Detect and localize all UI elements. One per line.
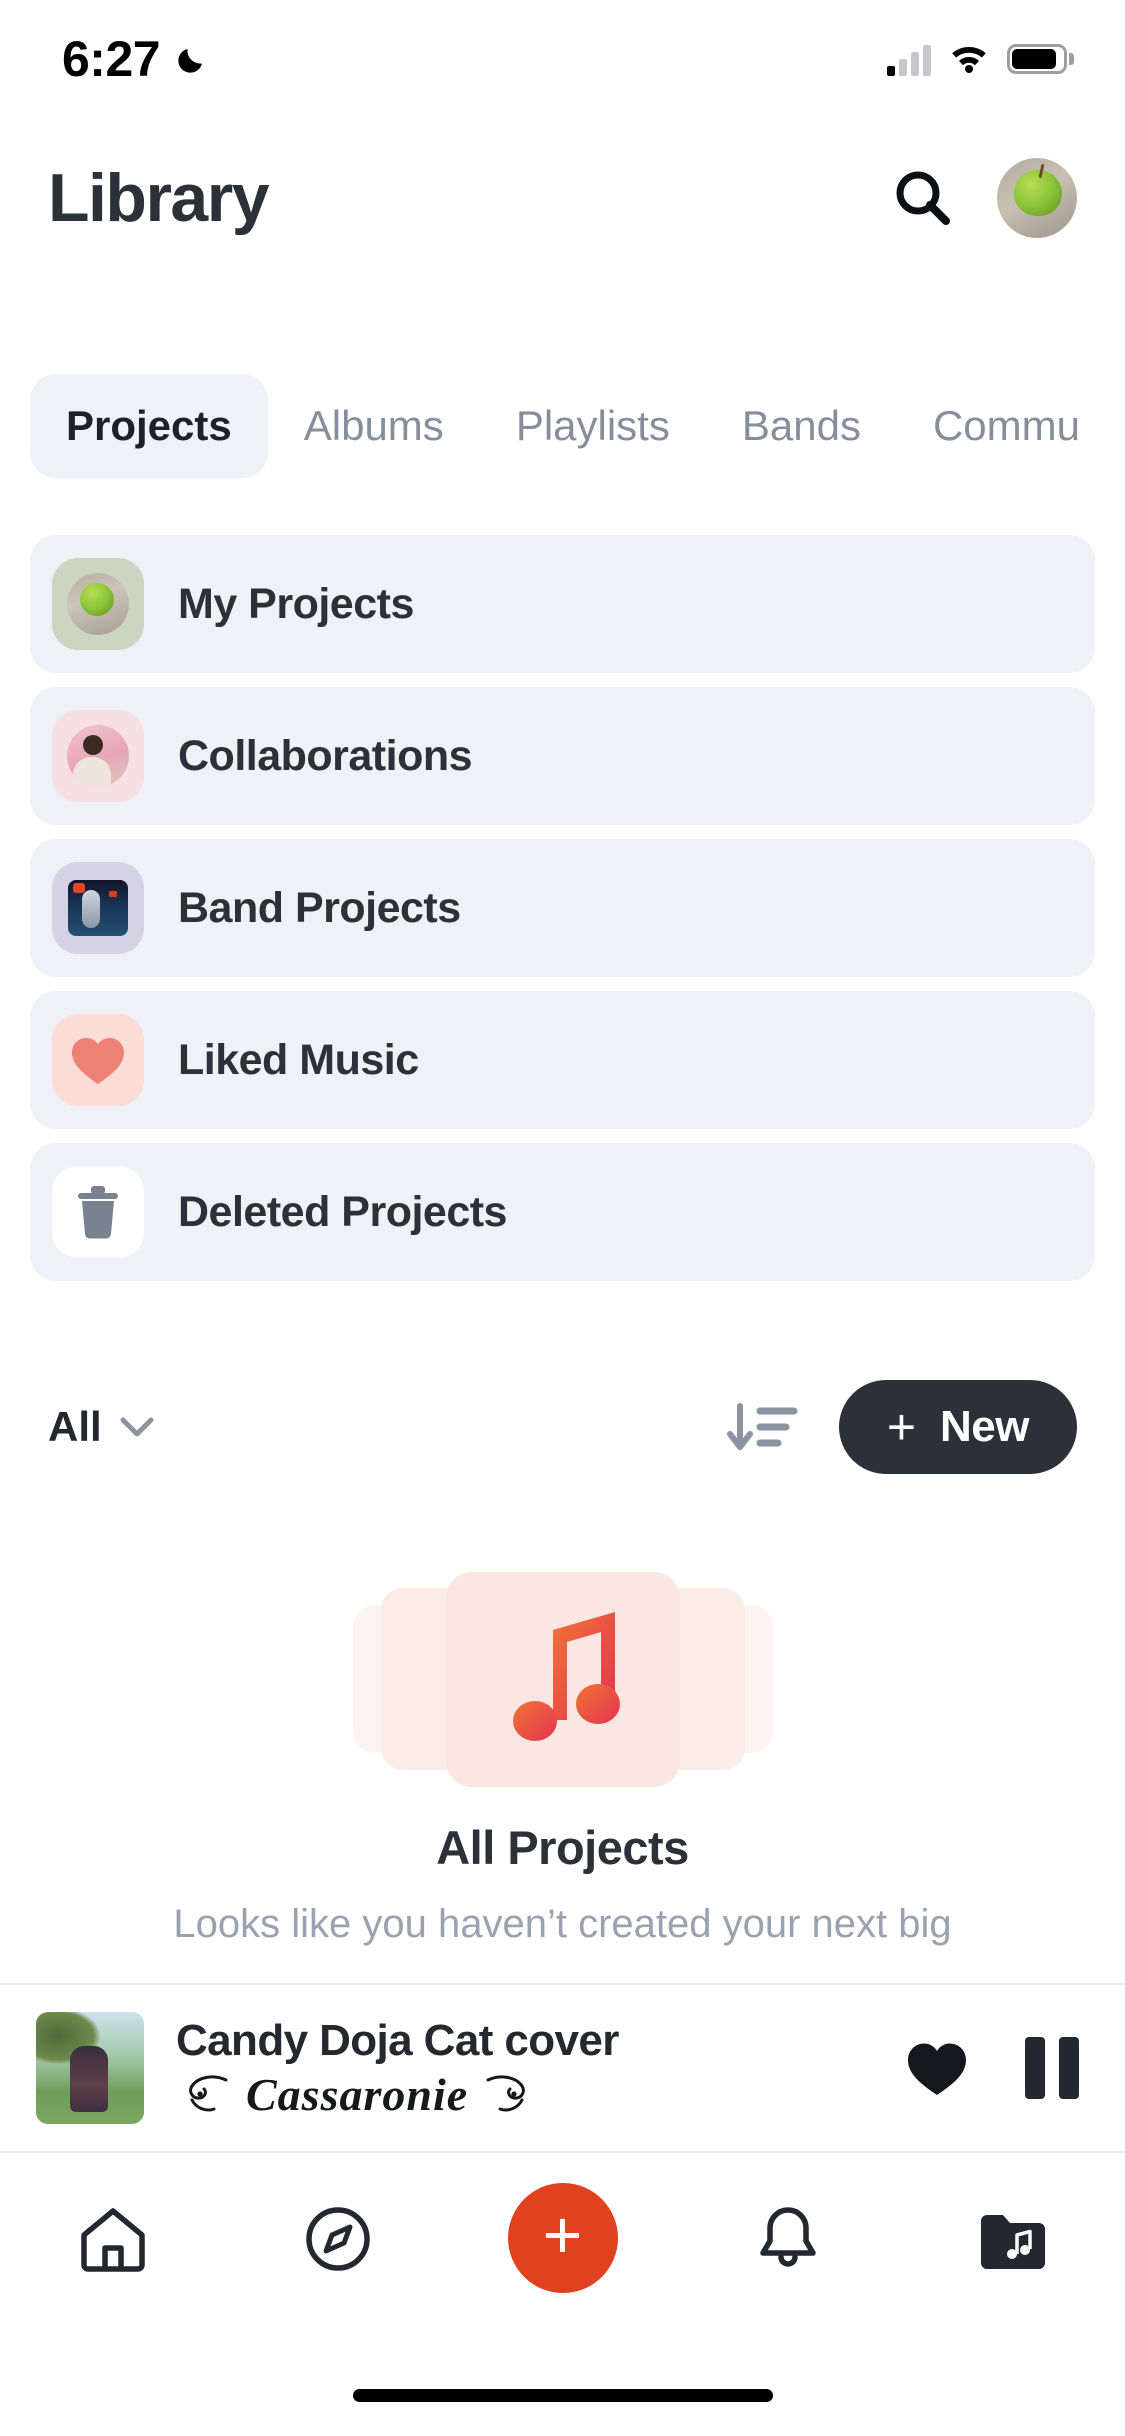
tab-bands[interactable]: Bands: [706, 374, 897, 478]
bottom-navigation: +: [0, 2153, 1125, 2366]
apple-photo-thumbnail: [52, 558, 144, 650]
list-item-label: Collaborations: [178, 731, 473, 780]
new-button-label: New: [940, 1402, 1029, 1451]
player-actions: [905, 2037, 1083, 2099]
list-item-label: Liked Music: [178, 1035, 419, 1084]
library-tabs: Projects Albums Playlists Bands Commu: [0, 358, 1125, 493]
tab-playlists[interactable]: Playlists: [480, 374, 706, 478]
mini-player[interactable]: Candy Doja Cat cover Cassaronie: [0, 1983, 1125, 2153]
sort-descending-icon[interactable]: [723, 1392, 801, 1462]
filter-value: All: [48, 1403, 102, 1450]
list-item-deleted-projects[interactable]: Deleted Projects: [30, 1143, 1095, 1281]
trash-icon: [52, 1166, 144, 1258]
header-actions: [891, 158, 1077, 238]
status-bar: 6:27: [0, 0, 1125, 118]
track-artwork: [36, 2012, 144, 2124]
flourish-ornament-icon: [480, 2070, 538, 2118]
library-music-icon: [976, 2205, 1050, 2278]
track-title: Candy Doja Cat cover: [176, 2015, 619, 2065]
empty-state-title: All Projects: [436, 1821, 689, 1874]
moon-icon: [174, 41, 210, 77]
user-avatar[interactable]: [997, 158, 1077, 238]
tab-projects[interactable]: Projects: [30, 373, 268, 478]
list-item-liked-music[interactable]: Liked Music: [30, 991, 1095, 1129]
nav-notifications[interactable]: [728, 2191, 848, 2291]
nav-explore[interactable]: [278, 2191, 398, 2291]
filter-sort-bar: All + New: [0, 1352, 1125, 1502]
status-bar-time: 6:27: [62, 31, 161, 87]
battery-icon: [1007, 44, 1074, 74]
status-bar-left: 6:27: [62, 30, 210, 88]
app-screen: 6:27 Library Projects Albums Playlists B…: [0, 0, 1125, 2436]
track-artist-row: Cassaronie: [176, 2068, 877, 2121]
empty-state-subtitle: Looks like you haven’t created your next…: [173, 1902, 952, 1946]
chevron-down-icon: [120, 1416, 154, 1438]
filter-dropdown[interactable]: All: [48, 1403, 154, 1451]
band-photo-thumbnail: [52, 862, 144, 954]
list-item-label: My Projects: [178, 579, 414, 628]
list-item-label: Deleted Projects: [178, 1187, 507, 1236]
search-icon[interactable]: [891, 166, 955, 230]
compass-icon: [301, 2202, 375, 2281]
bell-icon: [753, 2202, 823, 2281]
home-indicator: [352, 2389, 773, 2402]
list-item-band-projects[interactable]: Band Projects: [30, 839, 1095, 977]
list-item-collaborations[interactable]: Collaborations: [30, 687, 1095, 825]
plus-icon: +: [886, 1399, 917, 1455]
tab-albums[interactable]: Albums: [268, 374, 480, 478]
page-title: Library: [48, 160, 270, 236]
music-note-icon: [495, 1608, 635, 1753]
empty-state-illustration: [352, 1560, 773, 1790]
empty-state: All Projects Looks like you haven’t crea…: [0, 1560, 1125, 1951]
track-artist: Cassaronie: [246, 2068, 469, 2120]
nav-home[interactable]: [53, 2191, 173, 2291]
tab-community[interactable]: Commu: [897, 374, 1116, 478]
status-bar-right: [887, 41, 1074, 78]
library-list: My Projects Collaborations Band Projects…: [30, 535, 1095, 1295]
heart-icon: [52, 1014, 144, 1106]
pause-icon[interactable]: [1025, 2037, 1083, 2099]
cellular-signal-icon: [887, 42, 931, 76]
flourish-ornament-icon: [176, 2070, 234, 2118]
page-header: Library: [0, 118, 1125, 278]
wifi-icon: [947, 41, 991, 78]
nav-create[interactable]: +: [503, 2183, 623, 2293]
track-meta: Candy Doja Cat cover Cassaronie: [176, 2016, 877, 2121]
home-icon: [76, 2203, 150, 2280]
new-project-button[interactable]: + New: [838, 1380, 1077, 1474]
list-item-my-projects[interactable]: My Projects: [30, 535, 1095, 673]
heart-filled-icon[interactable]: [905, 2038, 969, 2098]
person-photo-thumbnail: [52, 710, 144, 802]
plus-icon[interactable]: +: [507, 2183, 618, 2293]
nav-library[interactable]: [953, 2191, 1073, 2291]
list-item-label: Band Projects: [178, 883, 461, 932]
